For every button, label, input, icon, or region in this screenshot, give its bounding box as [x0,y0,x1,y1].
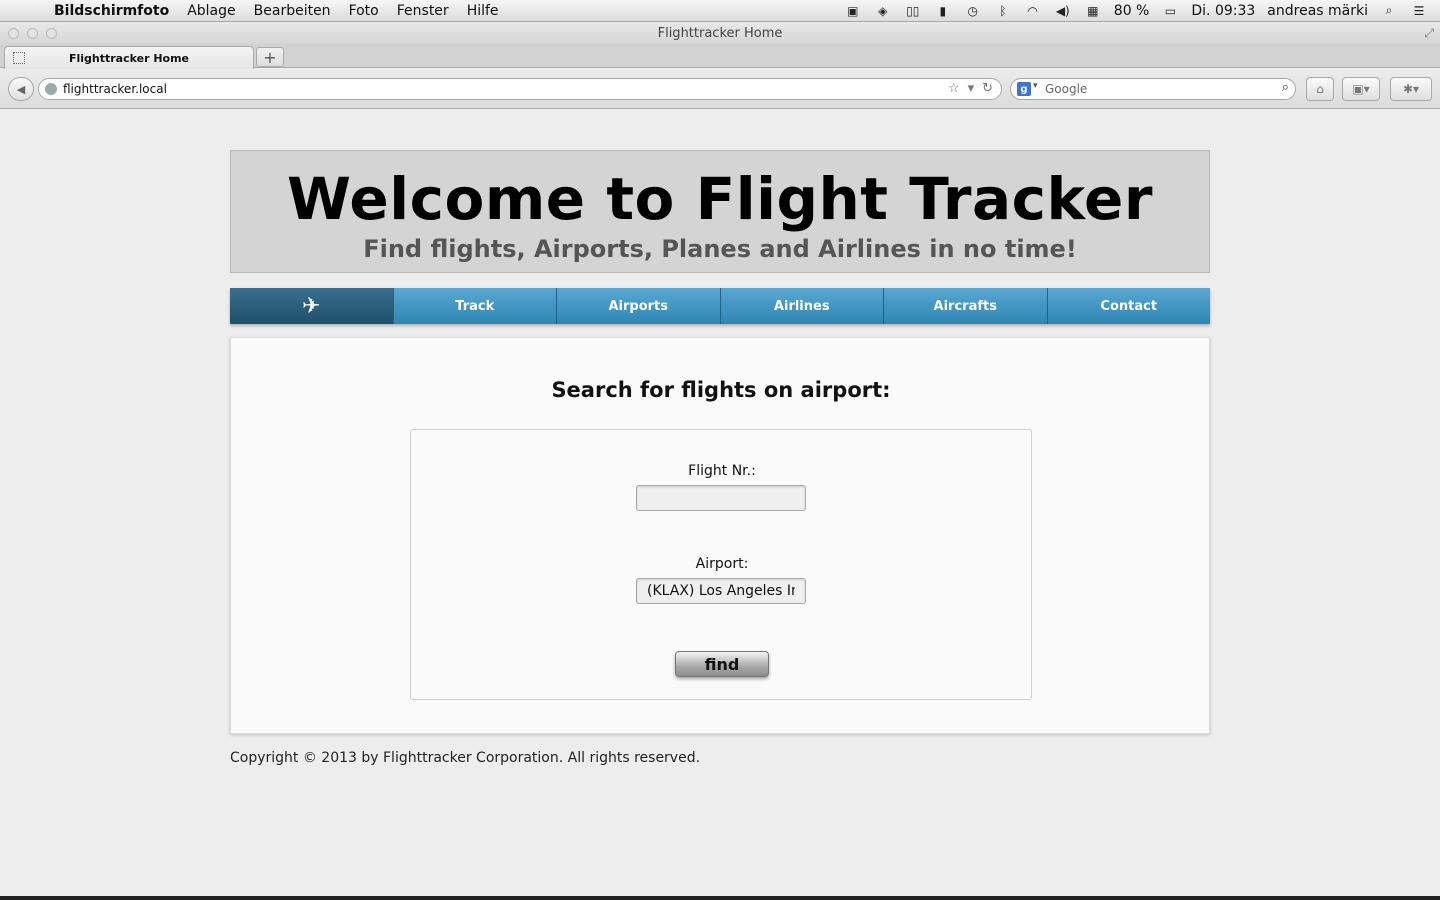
reload-icon[interactable]: ↻ [982,81,993,96]
volume-icon[interactable]: ◀) [1054,3,1072,19]
site-navigation: ✈ Track Airports Airlines Aircrafts Cont… [230,288,1210,324]
menu-foto[interactable]: Foto [340,3,388,19]
nav-contact[interactable]: Contact [1047,288,1210,324]
airport-label: Airport: [695,556,749,572]
dropbox-icon[interactable]: ◈ [874,3,892,19]
search-bar[interactable]: g ▾ Google ⌕ [1010,78,1296,100]
site-identity-icon[interactable] [45,83,57,95]
new-tab-button[interactable]: + [256,47,284,67]
menu-ablage[interactable]: Ablage [178,3,244,19]
menu-fenster[interactable]: Fenster [388,3,458,19]
menu-bearbeiten[interactable]: Bearbeiten [245,3,340,19]
minimize-window-button[interactable] [27,28,38,39]
downloads-button[interactable]: ▣▾ [1342,77,1380,101]
page-subtitle: Find flights, Airports, Planes and Airli… [363,235,1077,263]
google-engine-icon[interactable]: g [1017,82,1031,96]
time-machine-icon[interactable]: ◷ [964,3,982,19]
tab-title: Flighttracker Home [68,51,190,65]
battery-percent[interactable]: 80 % [1114,3,1150,19]
tab-bar: Flighttracker Home + [0,44,1440,69]
zoom-window-button[interactable] [46,28,57,39]
menubar-status-area: ▣ ◈ ▯▯ ▮ ◷ ᛒ ◠ ◀) ▦ 80 % ▭ Di. 09:33 and… [844,3,1440,19]
search-heading: Search for flights on airport: [551,378,891,402]
search-placeholder[interactable]: Google [1045,82,1087,96]
nav-track[interactable]: Track [393,288,557,324]
nav-airlines[interactable]: Airlines [720,288,884,324]
notification-list-icon[interactable]: ☰ [1410,3,1428,19]
airport-input[interactable] [636,578,806,604]
book-icon[interactable]: ▯▯ [904,3,922,19]
home-plane-icon[interactable]: ✈ [230,288,394,324]
menu-app-name[interactable]: Bildschirmfoto [40,3,178,19]
spotlight-search-icon[interactable]: ⌕ [1380,3,1398,19]
clock[interactable]: Di. 09:33 [1191,3,1255,19]
tab-flighttracker-home[interactable]: Flighttracker Home [4,46,254,69]
window-controls [8,28,57,39]
browser-toolbar: ◀ flighttracker.local ☆ ▾ ↻ g ▾ Google ⌕… [0,69,1440,109]
lock-icon[interactable]: ▮ [934,3,952,19]
bluetooth-icon[interactable]: ᛒ [994,3,1012,19]
url-text[interactable]: flighttracker.local [63,82,167,96]
macos-menubar: Bildschirmfoto Ablage Bearbeiten Foto Fe… [0,0,1440,22]
search-form: Flight Nr.: Airport: find [410,429,1032,700]
site-header: Welcome to Flight Tracker Find flights, … [230,150,1210,273]
web-page: Welcome to Flight Tracker Find flights, … [0,110,1440,896]
bookmark-star-icon[interactable]: ☆ [948,81,960,96]
wifi-icon[interactable]: ◠ [1024,3,1042,19]
page-icon [13,52,25,64]
app-tray-icon[interactable]: ▣ [844,3,862,19]
main-content: Search for flights on airport: Flight Nr… [230,337,1210,734]
user-name[interactable]: andreas märki [1267,3,1368,19]
back-button[interactable]: ◀ [8,77,34,101]
fullscreen-icon[interactable]: ⤢ [1424,26,1434,41]
flight-nr-label: Flight Nr.: [688,463,756,479]
search-engine-dropdown-icon[interactable]: ▾ [1033,81,1038,91]
dock-edge [0,896,1440,900]
menu-hilfe[interactable]: Hilfe [458,3,508,19]
url-bar[interactable]: flighttracker.local ☆ ▾ ↻ [38,78,1002,100]
search-icon[interactable]: ⌕ [1282,80,1289,95]
close-window-button[interactable] [8,28,19,39]
nav-airports[interactable]: Airports [557,288,721,324]
calendar-icon[interactable]: ▦ [1084,3,1102,19]
battery-icon[interactable]: ▭ [1161,3,1179,19]
nav-aircrafts[interactable]: Aircrafts [884,288,1048,324]
flight-nr-input[interactable] [636,485,806,511]
url-actions: ☆ ▾ ↻ [948,81,993,96]
copyright-footer: Copyright © 2013 by Flighttracker Corpor… [230,750,701,766]
home-button[interactable]: ⌂ [1306,77,1334,101]
history-dropdown-icon[interactable]: ▾ [968,81,975,96]
addons-menu-button[interactable]: ✱▾ [1390,77,1432,101]
window-title: Flighttracker Home [0,22,1440,44]
find-button[interactable]: find [675,651,769,677]
page-title: Welcome to Flight Tracker [287,165,1153,233]
